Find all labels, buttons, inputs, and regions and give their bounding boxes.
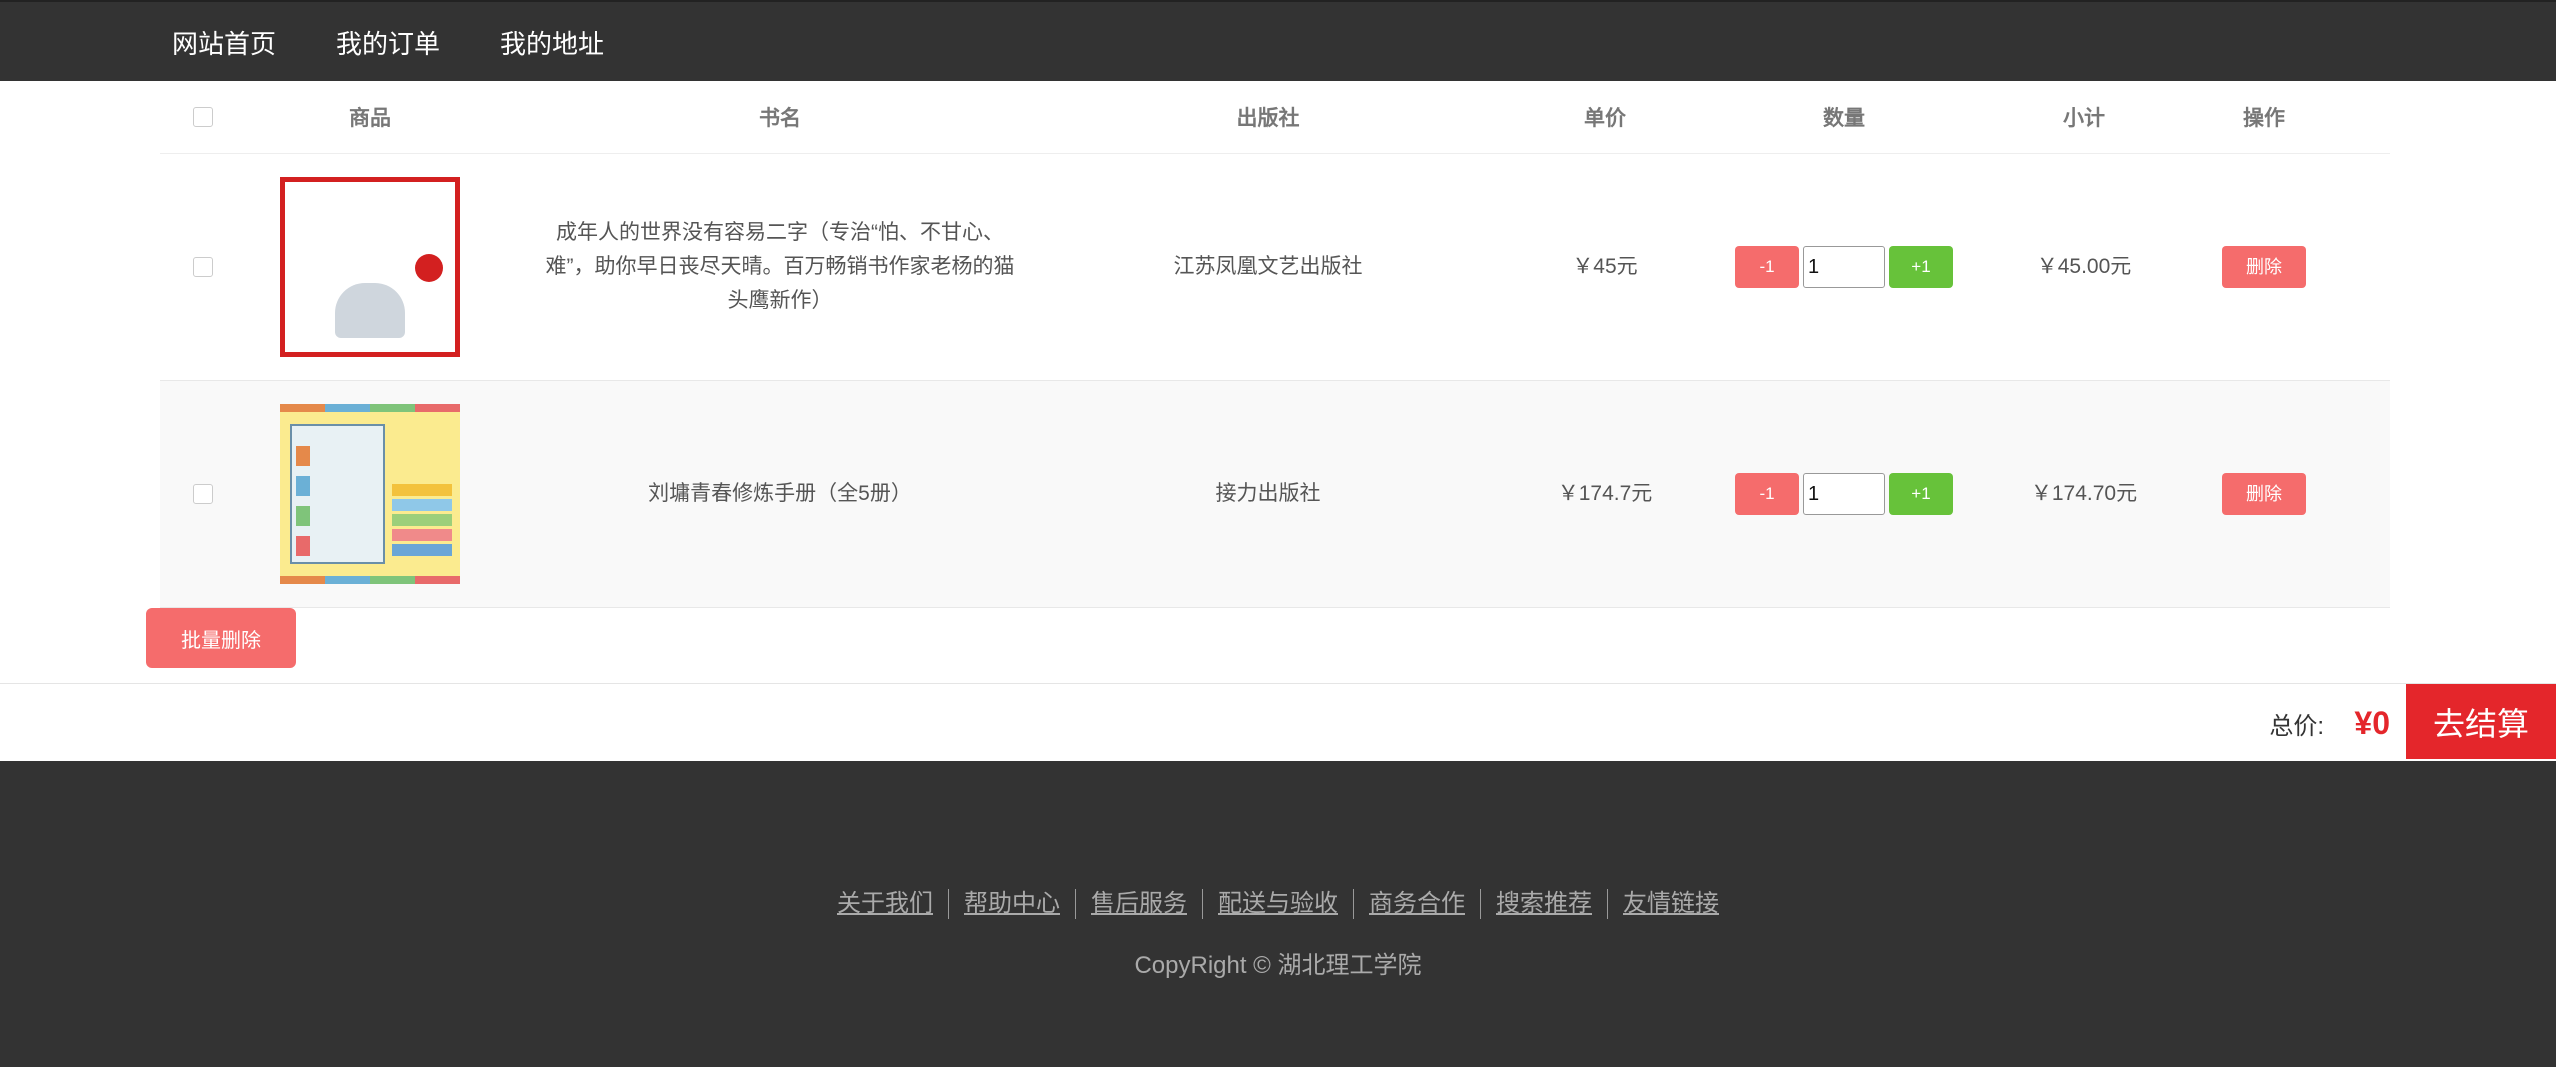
increment-button[interactable]: +1 <box>1889 473 1953 515</box>
publisher: 接力出版社 <box>1215 482 1321 505</box>
select-all-checkbox[interactable] <box>192 107 213 127</box>
footer-link-about[interactable]: 关于我们 <box>822 889 948 919</box>
footer-link-delivery[interactable]: 配送与验收 <box>1202 889 1353 919</box>
copyright-text: CopyRight © 湖北理工学院 <box>1134 952 1422 979</box>
footer-link-aftersales[interactable]: 售后服务 <box>1075 889 1202 919</box>
footer-links: 关于我们 帮助中心 售后服务 配送与验收 商务合作 搜索推荐 友情链接 <box>0 889 2556 919</box>
header-product: 商品 <box>349 107 391 130</box>
quantity-input[interactable] <box>1803 473 1885 515</box>
unit-price: ￥45元 <box>1572 255 1638 278</box>
table-row: 成年人的世界没有容易二字（专治“怕、不甘心、难”，助你早日丧尽天晴。百万畅销书作… <box>160 154 2390 381</box>
header-subtotal: 小计 <box>2063 107 2105 130</box>
quantity-stepper: -1 +1 <box>1735 246 1953 288</box>
quantity-input[interactable] <box>1803 246 1885 288</box>
footer-link-search[interactable]: 搜索推荐 <box>1480 889 1607 919</box>
total-price-value: ¥0 <box>2354 704 2390 741</box>
book-name: 成年人的世界没有容易二字（专治“怕、不甘心、难”，助你早日丧尽天晴。百万畅销书作… <box>545 221 1015 312</box>
batch-delete-button[interactable]: 批量删除 <box>146 608 296 668</box>
quantity-stepper: -1 +1 <box>1735 473 1953 515</box>
increment-button[interactable]: +1 <box>1889 246 1953 288</box>
decrement-button[interactable]: -1 <box>1735 246 1799 288</box>
footer-link-business[interactable]: 商务合作 <box>1353 889 1480 919</box>
header-publisher: 出版社 <box>1236 107 1300 130</box>
row-checkbox[interactable] <box>192 257 213 277</box>
summary-bar: 总价: ¥0 去结算 <box>0 683 2556 761</box>
footer: 关于我们 帮助中心 售后服务 配送与验收 商务合作 搜索推荐 友情链接 Copy… <box>0 761 2556 1067</box>
unit-price: ￥174.7元 <box>1557 482 1653 505</box>
header-price: 单价 <box>1584 107 1626 130</box>
nav-address-link[interactable]: 我的地址 <box>500 24 604 61</box>
delete-button[interactable]: 删除 <box>2222 246 2306 288</box>
decrement-button[interactable]: -1 <box>1735 473 1799 515</box>
nav-home-link[interactable]: 网站首页 <box>172 24 276 61</box>
header-name: 书名 <box>759 107 801 130</box>
total-price-label: 总价: <box>2269 712 2324 740</box>
nav-links: 网站首页 我的订单 我的地址 <box>172 2 664 83</box>
checkout-button[interactable]: 去结算 <box>2406 684 2556 759</box>
footer-link-friends[interactable]: 友情链接 <box>1607 889 1734 919</box>
book-cover-image[interactable] <box>280 404 460 584</box>
book-cover-image[interactable] <box>280 177 460 357</box>
publisher: 江苏凤凰文艺出版社 <box>1173 255 1363 278</box>
nav-orders-link[interactable]: 我的订单 <box>336 24 440 61</box>
header-action: 操作 <box>2243 107 2285 130</box>
subtotal: ￥45.00元 <box>2036 255 2132 278</box>
table-header: 商品 书名 出版社 单价 数量 小计 操作 <box>160 81 2390 154</box>
book-name: 刘墉青春修炼手册（全5册） <box>648 482 912 505</box>
row-checkbox[interactable] <box>192 484 213 504</box>
footer-link-help[interactable]: 帮助中心 <box>948 889 1075 919</box>
cart-table: 商品 书名 出版社 单价 数量 小计 操作 成年人的世界没有容易二字（专治“怕、… <box>160 81 2390 608</box>
subtotal: ￥174.70元 <box>2030 482 2138 505</box>
delete-button[interactable]: 删除 <box>2222 473 2306 515</box>
header-quantity: 数量 <box>1823 107 1865 130</box>
top-nav: 网站首页 我的订单 我的地址 <box>0 0 2556 81</box>
table-row: 刘墉青春修炼手册（全5册） 接力出版社 ￥174.7元 -1 +1 ￥174.7… <box>160 381 2390 608</box>
